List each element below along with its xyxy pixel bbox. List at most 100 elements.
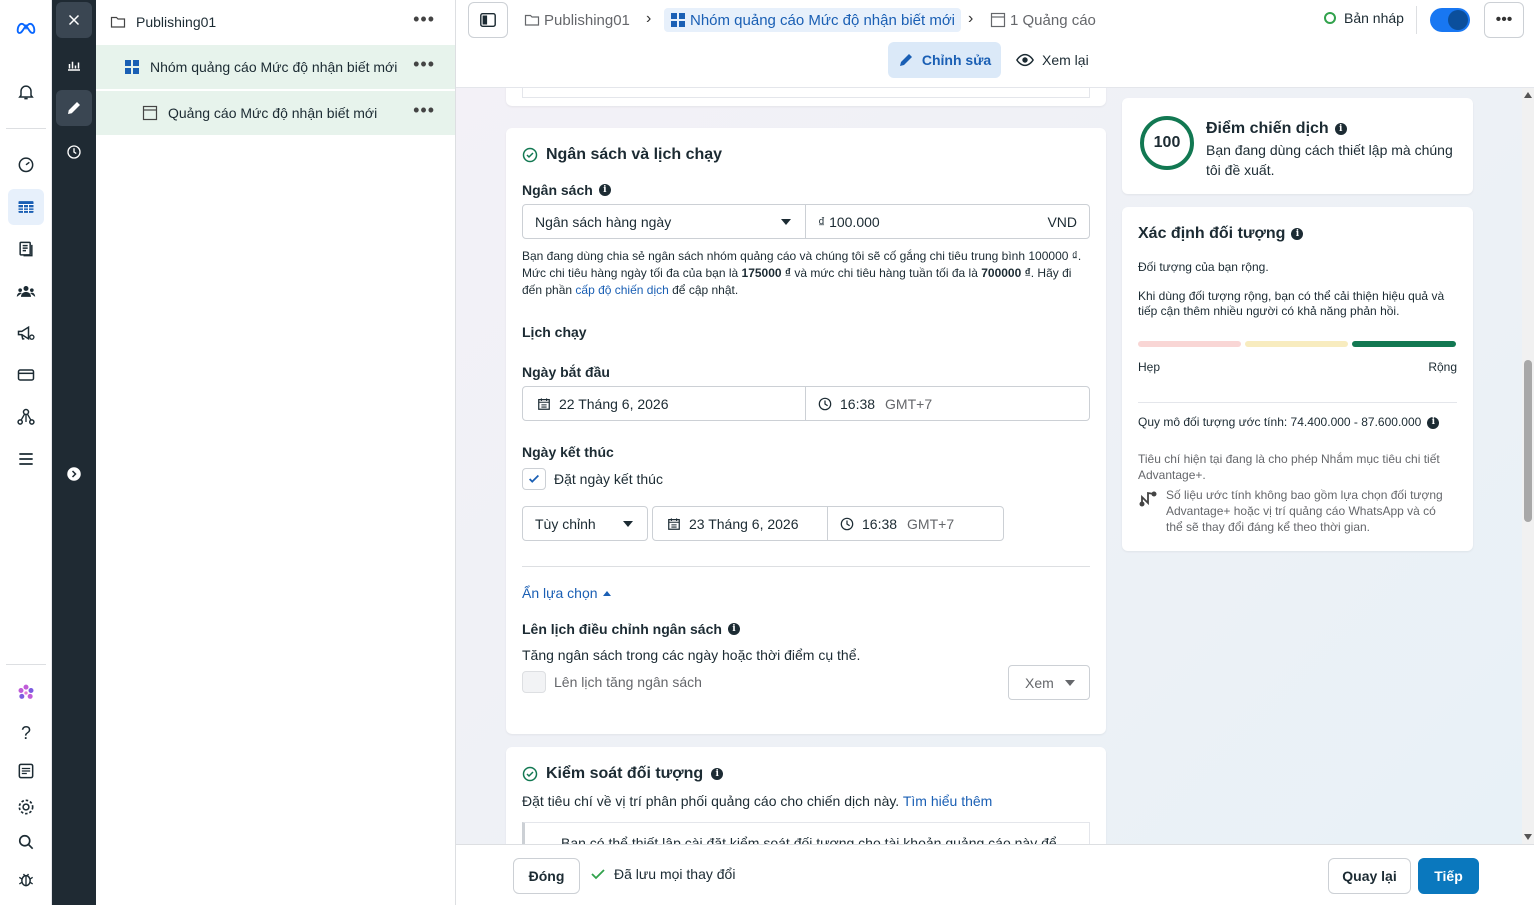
- breadcrumb-ads[interactable]: 1 Quảng cáo: [990, 8, 1096, 32]
- budget-rule-checkbox[interactable]: [522, 671, 546, 693]
- score-desc-line: Bạn đang dùng cách thiết lập mà chúng: [1206, 142, 1453, 158]
- table-icon[interactable]: [8, 189, 44, 225]
- tree-item-ad[interactable]: Quảng cáo Mức độ nhận biết mới •••: [96, 91, 455, 135]
- audience-status: Đối tượng của bạn rộng.: [1138, 260, 1269, 274]
- learn-more-link[interactable]: Tìm hiểu thêm: [903, 793, 992, 809]
- audience-meter-broad: [1352, 341, 1456, 347]
- pencil-icon[interactable]: [56, 90, 92, 126]
- note-bold: 700000 ₫: [981, 266, 1031, 280]
- breadcrumb-campaign[interactable]: Publishing01: [524, 8, 630, 32]
- help-icon[interactable]: ?: [8, 715, 44, 751]
- rail-divider: [6, 664, 46, 665]
- info-icon[interactable]: i: [1427, 416, 1440, 429]
- history-icon[interactable]: [56, 134, 92, 170]
- more-options-button[interactable]: •••: [413, 55, 435, 73]
- scroll-up-icon[interactable]: [1524, 92, 1532, 98]
- info-icon[interactable]: i: [1334, 123, 1347, 135]
- megaphone-icon[interactable]: [8, 315, 44, 351]
- end-date-input[interactable]: 23 Tháng 6, 2026: [652, 506, 828, 541]
- expand-icon[interactable]: [56, 456, 92, 492]
- breadcrumb-label: 1 Quảng cáo: [1010, 11, 1096, 29]
- check-icon: [591, 869, 605, 880]
- more-menu-button[interactable]: •••: [1484, 2, 1524, 38]
- audience-def-title-text: Xác định đối tượng: [1138, 225, 1286, 242]
- chart-icon[interactable]: [56, 46, 92, 82]
- scrollbar[interactable]: [1522, 88, 1534, 844]
- end-date-checkbox-label: Đặt ngày kết thúc: [554, 471, 663, 487]
- eye-icon: [1016, 53, 1034, 67]
- tree-item-label: Publishing01: [136, 14, 217, 30]
- calendar-icon: [668, 517, 680, 530]
- end-time-input[interactable]: 16:38 GMT+7: [827, 506, 1004, 541]
- section-title-text: Kiểm soát đối tượng: [546, 765, 704, 782]
- settings-icon[interactable]: [8, 789, 44, 825]
- info-icon[interactable]: i: [1291, 228, 1304, 240]
- breadcrumb-adset[interactable]: Nhóm quảng cáo Mức độ nhận biết mới: [664, 8, 962, 32]
- end-date-checkbox-row[interactable]: Đặt ngày kết thúc: [522, 468, 663, 490]
- start-date-input[interactable]: 22 Tháng 6, 2026: [522, 386, 806, 421]
- campaign-level-link[interactable]: cấp độ chiến dịch: [575, 283, 668, 297]
- tree-item-campaign[interactable]: Publishing01 •••: [96, 0, 455, 44]
- chevron-down-icon: [781, 219, 791, 225]
- criteria-note: Tiêu chí hiện tại đang là cho phép Nhắm …: [1138, 451, 1440, 483]
- info-icon[interactable]: i: [711, 768, 724, 780]
- pages-icon[interactable]: [8, 231, 44, 267]
- sidebar-icon: [480, 12, 496, 28]
- rail-divider: [6, 128, 46, 129]
- close-icon[interactable]: [56, 2, 92, 38]
- view-select[interactable]: Xem: [1008, 665, 1090, 700]
- budget-rule-checkbox-row[interactable]: Lên lịch tăng ngân sách: [522, 671, 702, 693]
- close-button[interactable]: Đóng: [513, 858, 580, 894]
- publish-toggle[interactable]: [1430, 8, 1470, 32]
- network-icon[interactable]: [8, 399, 44, 435]
- audience-definition-card: Xác định đối tượng i Đối tượng của bạn r…: [1122, 207, 1473, 551]
- divider: [1416, 6, 1417, 34]
- estimate-line: Advantage+ hoặc vị trí quảng cáo WhatsAp…: [1166, 504, 1436, 518]
- chevron-right-icon: ›: [646, 10, 652, 27]
- news-icon[interactable]: [8, 753, 44, 789]
- meta-logo-icon[interactable]: [8, 10, 44, 46]
- chevron-right-icon: ›: [968, 10, 974, 27]
- budget-label-text: Ngân sách: [522, 182, 593, 198]
- budget-note: Bạn đang dùng chia sẻ ngân sách nhóm quả…: [522, 248, 1092, 299]
- back-button[interactable]: Quay lại: [1328, 858, 1411, 894]
- end-mode-select[interactable]: Tùy chỉnh: [522, 506, 648, 541]
- menu-icon[interactable]: [8, 441, 44, 477]
- bug-icon[interactable]: [8, 861, 44, 897]
- bell-icon[interactable]: [8, 74, 44, 110]
- end-date-checkbox[interactable]: [522, 468, 546, 490]
- budget-rule-checkbox-label: Lên lịch tăng ngân sách: [554, 674, 702, 690]
- save-status: Đã lưu mọi thay đổi: [590, 866, 735, 882]
- flower-icon[interactable]: [8, 675, 44, 711]
- budget-amount-input[interactable]: ₫ 100.000 VND: [805, 204, 1090, 239]
- budget-rule-desc: Tăng ngân sách trong các ngày hoặc thời …: [522, 647, 861, 663]
- search-icon[interactable]: [8, 824, 44, 860]
- scrollbar-thumb[interactable]: [1524, 360, 1532, 522]
- note-text: đến phần: [522, 283, 576, 297]
- desc-text: Đặt tiêu chí về vị trí phân phối quảng c…: [522, 793, 900, 809]
- start-time-value: 16:38: [840, 395, 876, 412]
- editor-canvas: Ngân sách và lịch chạy Ngân sách i Ngân …: [456, 88, 1522, 844]
- speedometer-icon[interactable]: [8, 146, 44, 182]
- budget-rule-label: Lên lịch điều chỉnh ngân sách i: [522, 621, 740, 637]
- score-desc-line: tôi đề xuất.: [1206, 162, 1275, 178]
- review-button[interactable]: Xem lại: [1016, 42, 1089, 78]
- panel-toggle-button[interactable]: [468, 2, 508, 38]
- editor-toolbar: [52, 0, 96, 905]
- info-icon[interactable]: i: [598, 184, 611, 196]
- budget-type-select[interactable]: Ngân sách hàng ngày: [522, 204, 806, 239]
- info-icon[interactable]: i: [727, 623, 740, 635]
- tip-line: Khi dùng đối tượng rộng, bạn có thể cải …: [1138, 289, 1445, 303]
- edit-button[interactable]: Chỉnh sửa: [888, 42, 1001, 78]
- scroll-down-icon[interactable]: [1524, 834, 1532, 840]
- tree-item-adset[interactable]: Nhóm quảng cáo Mức độ nhận biết mới •••: [96, 45, 455, 89]
- card-icon[interactable]: [8, 357, 44, 393]
- budget-note-line: Bạn đang dùng chia sẻ ngân sách nhóm quả…: [522, 249, 1082, 263]
- audience-icon[interactable]: [8, 273, 44, 309]
- hide-options-link[interactable]: Ẩn lựa chọn: [522, 585, 611, 601]
- start-time-input[interactable]: 16:38 GMT+7: [805, 386, 1090, 421]
- more-options-button[interactable]: •••: [413, 101, 435, 119]
- budget-note-line: Mức chi tiêu hàng ngày tối đa của bạn là…: [522, 265, 1092, 282]
- more-options-button[interactable]: •••: [413, 10, 435, 28]
- next-button[interactable]: Tiếp: [1418, 858, 1479, 894]
